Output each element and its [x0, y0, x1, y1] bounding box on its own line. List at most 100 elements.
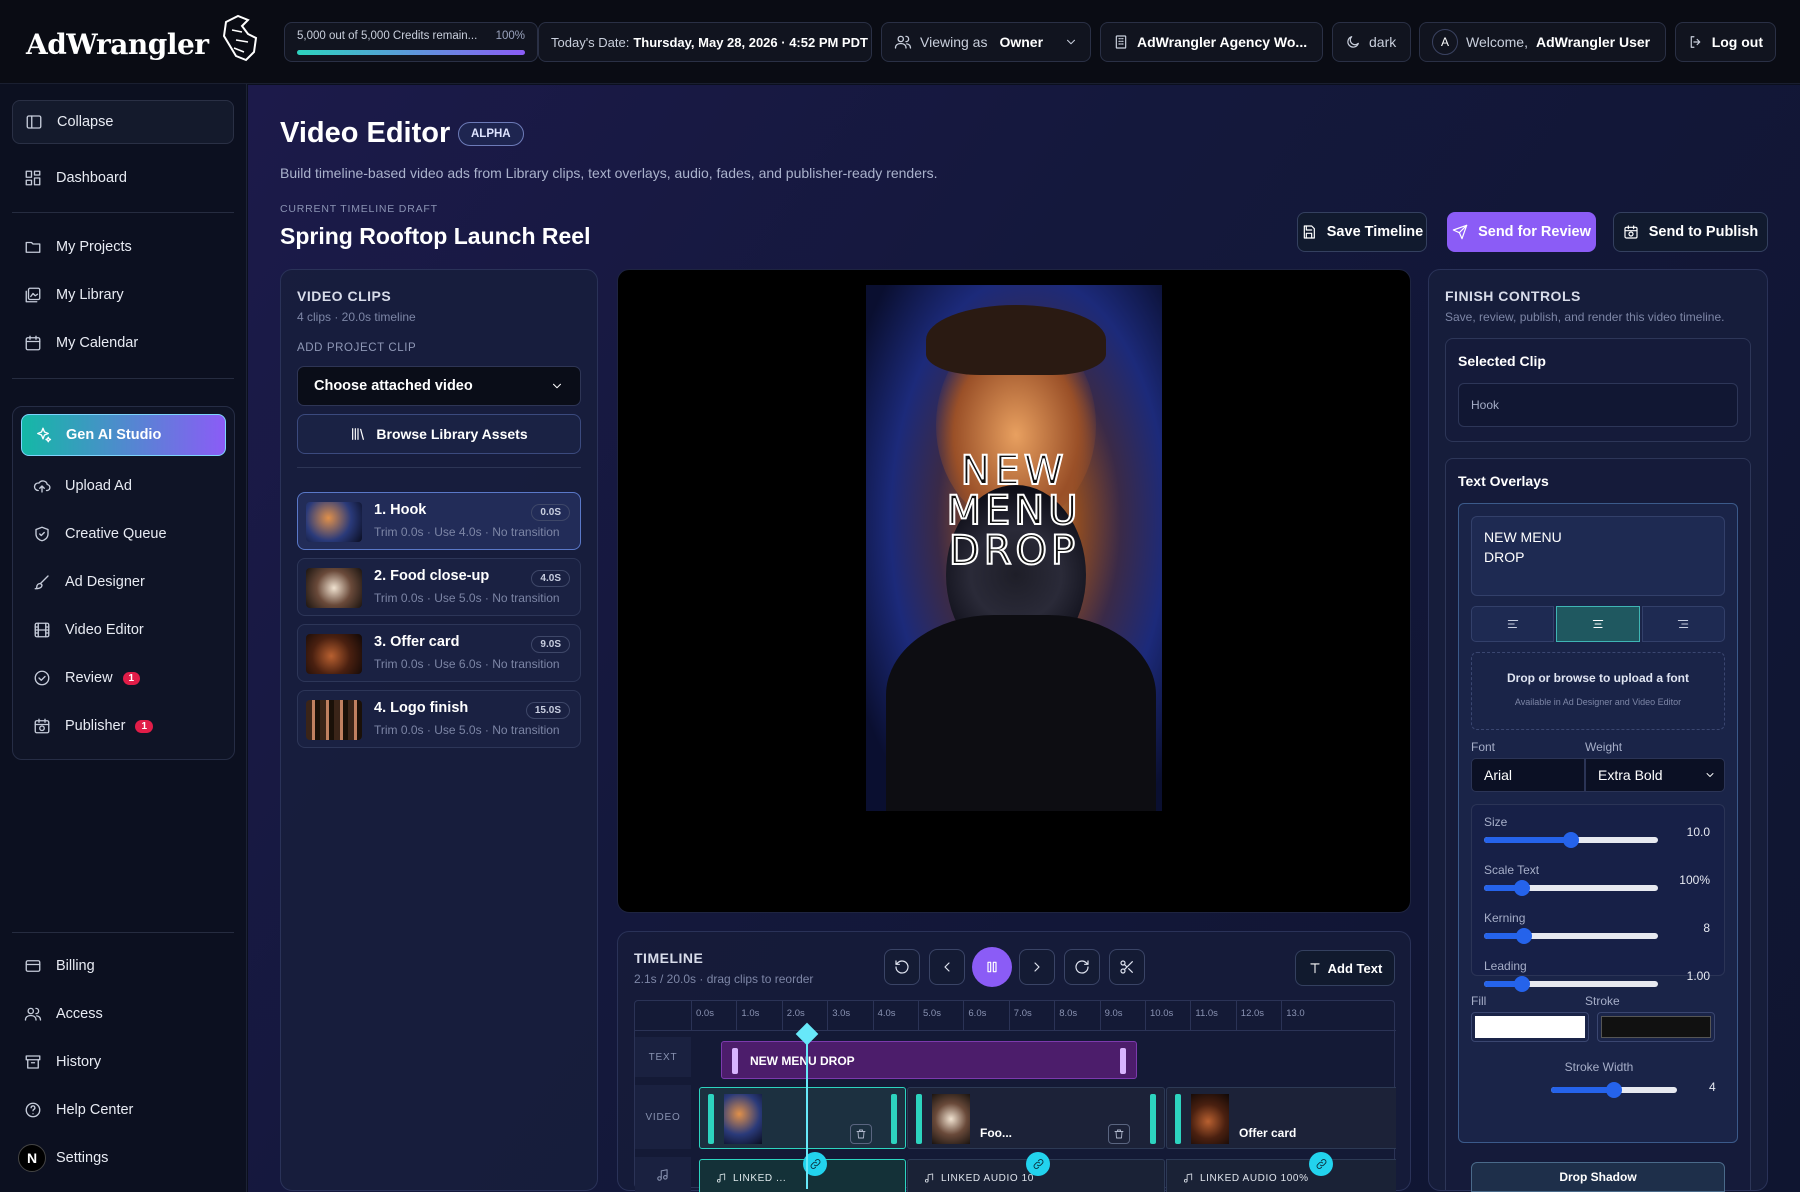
browse-library-button[interactable]: Browse Library Assets	[297, 414, 581, 454]
trim-handle-left[interactable]	[916, 1094, 922, 1144]
font-input[interactable]: Arial	[1471, 758, 1585, 792]
sidebar-item-my-calendar[interactable]: My Calendar	[12, 321, 234, 365]
sidebar-item-upload-ad[interactable]: Upload Ad	[21, 464, 226, 508]
split-button[interactable]	[1109, 949, 1145, 985]
slider-thumb[interactable]	[1563, 832, 1579, 848]
divider	[297, 467, 581, 468]
sidebar-item-access[interactable]: Access	[12, 992, 234, 1036]
video-clip-offer[interactable]: Offer card	[1166, 1087, 1396, 1149]
drop-shadow-toggle[interactable]: Drop Shadow	[1471, 1162, 1725, 1192]
ruler-tick: 4.0s	[872, 1001, 896, 1031]
finish-controls-panel: FINISH CONTROLS Save, review, publish, a…	[1428, 269, 1768, 1191]
workspace-name: AdWrangler Agency Wo...	[1137, 34, 1308, 50]
video-clip-label: Foo...	[980, 1126, 1012, 1140]
weight-select[interactable]: Extra Bold	[1585, 758, 1725, 792]
sidebar-item-billing[interactable]: Billing	[12, 944, 234, 988]
clip-thumbnail	[306, 634, 362, 674]
music-note-icon	[716, 1173, 726, 1183]
send-to-publish-button[interactable]: Send to Publish	[1613, 212, 1768, 252]
slider-thumb[interactable]	[1606, 1082, 1622, 1098]
step-forward-button[interactable]	[1019, 949, 1055, 985]
trim-handle-left[interactable]	[1175, 1094, 1181, 1144]
clip-item[interactable]: 2. Food close-up Trim 0.0s · Use 5.0s · …	[297, 558, 581, 616]
logout-button[interactable]: Log out	[1675, 22, 1776, 62]
video-clip-food[interactable]: Foo...	[907, 1087, 1165, 1149]
clip-start-chip: 9.0S	[531, 636, 570, 653]
fill-color-picker[interactable]	[1471, 1012, 1589, 1042]
preview-text-overlay[interactable]: NEW MENU DROP	[866, 450, 1162, 574]
align-right-button[interactable]	[1641, 606, 1725, 642]
sidebar-item-dashboard[interactable]: Dashboard	[12, 156, 234, 200]
sidebar-item-my-projects[interactable]: My Projects	[12, 225, 234, 269]
slider-thumb[interactable]	[1514, 880, 1531, 896]
slider-thumb[interactable]	[1514, 976, 1531, 992]
clip-thumbnail	[306, 700, 362, 740]
slider-thumb[interactable]	[1516, 928, 1533, 944]
date-value: Thursday, May 28, 2026 · 4:52 PM PDT	[633, 34, 868, 50]
video-preview[interactable]: NEW MENU DROP	[617, 269, 1411, 913]
video-clip-hook[interactable]	[699, 1087, 906, 1149]
restart-button[interactable]	[884, 949, 920, 985]
sidebar-item-settings[interactable]: N Settings	[12, 1136, 234, 1180]
delete-clip-button[interactable]	[1108, 1124, 1130, 1144]
clip-item[interactable]: 1. Hook Trim 0.0s · Use 4.0s · No transi…	[297, 492, 581, 550]
scale-text-slider[interactable]	[1484, 880, 1658, 896]
sidebar-item-video-editor[interactable]: Video Editor	[21, 608, 226, 652]
audio-clip[interactable]: LINKED ...	[699, 1152, 906, 1192]
stroke-width-slider[interactable]	[1551, 1082, 1677, 1098]
sidebar-item-history[interactable]: History	[12, 1040, 234, 1084]
step-back-button[interactable]	[929, 949, 965, 985]
clip-item[interactable]: 3. Offer card Trim 0.0s · Use 6.0s · No …	[297, 624, 581, 682]
align-center-button[interactable]	[1556, 606, 1640, 642]
kerning-slider[interactable]	[1484, 928, 1658, 944]
clip-start-chip: 0.0S	[531, 504, 570, 521]
sidebar-item-publisher[interactable]: Publisher 1	[21, 704, 226, 748]
trim-handle-right[interactable]	[1150, 1094, 1156, 1144]
brand-logo[interactable]: AdWrangler	[26, 28, 209, 61]
audio-clip[interactable]: LINKED AUDIO 100%	[1166, 1152, 1396, 1192]
finish-meta: Save, review, publish, and render this v…	[1445, 310, 1725, 324]
trim-handle-right[interactable]	[891, 1094, 897, 1144]
playhead[interactable]	[806, 1031, 808, 1189]
theme-toggle[interactable]: dark	[1332, 22, 1411, 62]
pause-button[interactable]	[972, 947, 1012, 987]
overlay-line: DROP	[948, 528, 1080, 574]
sidebar-item-review[interactable]: Review 1	[21, 656, 226, 700]
divider	[12, 212, 234, 213]
size-slider[interactable]	[1484, 832, 1658, 848]
delete-clip-button[interactable]	[850, 1124, 872, 1144]
user-menu[interactable]: A Welcome, AdWrangler User	[1419, 22, 1666, 62]
clip-title: 1. Hook	[374, 502, 427, 518]
selected-clip-field[interactable]: Hook	[1458, 383, 1738, 427]
loop-button[interactable]	[1064, 949, 1100, 985]
clip-item[interactable]: 4. Logo finish Trim 0.0s · Use 5.0s · No…	[297, 690, 581, 748]
workspace-switcher[interactable]: AdWrangler Agency Wo...	[1100, 22, 1323, 62]
attached-video-select[interactable]: Choose attached video	[297, 366, 581, 406]
sidebar-item-ad-designer[interactable]: Ad Designer	[21, 560, 226, 604]
link-toggle-button[interactable]	[1309, 1152, 1333, 1176]
overlay-text-input[interactable]: NEW MENU DROP	[1471, 516, 1725, 596]
text-overlay-clip[interactable]: NEW MENU DROP	[721, 1041, 1137, 1079]
viewing-as-select[interactable]: Viewing as Owner	[881, 22, 1091, 62]
send-for-review-button[interactable]: Send for Review	[1447, 212, 1596, 252]
sidebar-item-label: Help Center	[56, 1102, 134, 1118]
library-icon	[25, 287, 41, 303]
stroke-color-picker[interactable]	[1597, 1012, 1715, 1042]
font-upload-dropzone[interactable]: Drop or browse to upload a font Availabl…	[1471, 652, 1725, 730]
send-icon	[1452, 224, 1468, 240]
add-text-button[interactable]: Add Text	[1295, 950, 1395, 986]
sidebar-item-my-library[interactable]: My Library	[12, 273, 234, 317]
align-left-button[interactable]	[1471, 606, 1555, 642]
sidebar-item-creative-queue[interactable]: Creative Queue	[21, 512, 226, 556]
sidebar-item-gen-ai-studio[interactable]: Gen AI Studio	[21, 414, 226, 456]
save-timeline-button[interactable]: Save Timeline	[1297, 212, 1427, 252]
leading-slider[interactable]	[1484, 976, 1658, 992]
collapse-button[interactable]: Collapse	[12, 100, 234, 144]
audio-clip[interactable]: LINKED AUDIO 10	[907, 1152, 1165, 1192]
link-toggle-button[interactable]	[1026, 1152, 1050, 1176]
sidebar-item-help-center[interactable]: Help Center	[12, 1088, 234, 1132]
trim-handle-left[interactable]	[732, 1048, 738, 1074]
page-title: Video Editor	[280, 117, 451, 149]
trim-handle-right[interactable]	[1120, 1048, 1126, 1074]
trim-handle-left[interactable]	[708, 1094, 714, 1144]
